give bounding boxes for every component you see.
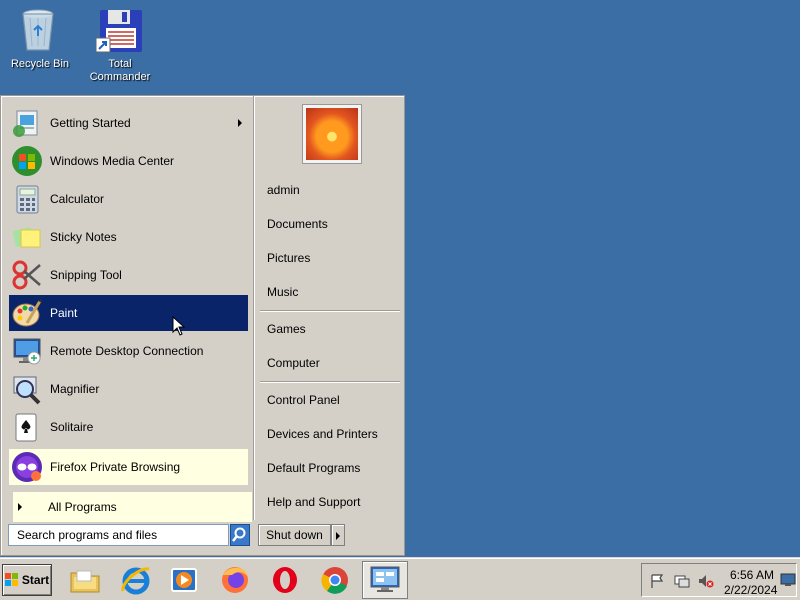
program-snipping-tool[interactable]: Snipping Tool	[9, 257, 248, 293]
program-magnifier[interactable]: Magnifier	[9, 371, 248, 407]
taskbar-firefox[interactable]	[218, 563, 252, 597]
all-programs-button[interactable]: All Programs	[13, 492, 252, 522]
mouse-pointer-icon	[172, 316, 186, 336]
total-commander-icon	[95, 6, 144, 54]
desktop-icon-total-commander[interactable]: Total Commander	[80, 6, 160, 84]
internet-explorer-icon	[121, 567, 150, 595]
places-separator	[260, 310, 400, 312]
user-picture-avatar[interactable]	[302, 104, 362, 164]
all-programs-arrow-icon	[18, 503, 22, 511]
program-label: Getting Started	[50, 116, 131, 130]
solitaire-icon	[11, 411, 43, 443]
pictures-link[interactable]: Pictures	[267, 251, 310, 267]
action-center-flag-icon[interactable]	[650, 574, 666, 588]
paint-icon	[11, 297, 43, 329]
devices-printers-link[interactable]: Devices and Printers	[267, 427, 378, 443]
user-folder-link[interactable]: admin	[267, 183, 300, 199]
taskbar-media-player[interactable]	[167, 563, 201, 597]
getting-started-icon	[11, 107, 43, 139]
program-label: Paint	[50, 306, 78, 320]
windows-media-center-icon	[11, 145, 43, 177]
shutdown-button[interactable]: Shut down	[258, 524, 331, 546]
volume-muted-icon[interactable]	[698, 574, 714, 588]
total-commander-label: Total Commander	[89, 58, 151, 83]
search-button[interactable]	[230, 524, 250, 546]
desktop-icon-recycle-bin[interactable]: Recycle Bin	[0, 6, 80, 71]
program-firefox-private[interactable]: Firefox Private Browsing	[9, 449, 248, 485]
submenu-arrow-icon	[238, 119, 242, 127]
search-icon	[232, 527, 246, 542]
firefox-icon	[222, 567, 248, 593]
taskbar-chrome[interactable]	[318, 563, 352, 597]
program-remote-desktop[interactable]: Remote Desktop Connection	[9, 333, 248, 369]
default-programs-link[interactable]: Default Programs	[267, 461, 360, 477]
program-label: Solitaire	[50, 420, 94, 434]
sticky-notes-icon	[11, 221, 43, 253]
clock-date[interactable]: 2/22/2024	[724, 583, 777, 597]
program-label: Sticky Notes	[50, 230, 117, 244]
calculator-icon	[11, 183, 43, 215]
system-tray: 6:56 AM 2/22/2024	[641, 563, 797, 597]
file-explorer-icon	[70, 570, 100, 593]
documents-link[interactable]: Documents	[267, 217, 328, 233]
program-label: Windows Media Center	[50, 154, 175, 168]
places-separator	[260, 381, 400, 383]
shutdown-options-button[interactable]	[331, 524, 345, 546]
program-solitaire[interactable]: Solitaire	[9, 409, 248, 445]
clock-time[interactable]: 6:56 AM	[730, 568, 774, 582]
taskbar-remote-desktop[interactable]	[362, 561, 408, 599]
program-calculator[interactable]: Calculator	[9, 181, 248, 217]
computer-link[interactable]: Computer	[267, 356, 320, 372]
firefox-private-icon	[11, 451, 43, 483]
snipping-tool-icon	[11, 259, 43, 291]
all-programs-label: All Programs	[48, 500, 117, 514]
recycle-bin-label: Recycle Bin	[10, 58, 70, 70]
help-support-link[interactable]: Help and Support	[267, 495, 360, 511]
taskbar-file-explorer[interactable]	[68, 563, 102, 597]
remote-desktop-icon	[11, 335, 43, 367]
program-label: Snipping Tool	[50, 268, 122, 282]
program-getting-started[interactable]: Getting Started	[9, 105, 248, 141]
program-label: Remote Desktop Connection	[50, 344, 204, 358]
program-sticky-notes[interactable]: Sticky Notes	[9, 219, 248, 255]
taskbar-opera[interactable]	[268, 563, 302, 597]
program-paint[interactable]: Paint	[9, 295, 248, 331]
magnifier-icon	[11, 373, 43, 405]
taskbar-internet-explorer[interactable]	[119, 563, 153, 597]
programs-pane: Getting Started Windows Media Center Cal…	[5, 100, 253, 522]
games-link[interactable]: Games	[267, 322, 306, 338]
music-link[interactable]: Music	[267, 285, 298, 301]
start-label: Start	[21, 573, 50, 587]
program-label: Firefox Private Browsing	[50, 460, 181, 474]
opera-icon	[273, 567, 297, 593]
control-panel-link[interactable]: Control Panel	[267, 393, 340, 409]
start-button[interactable]: Start	[2, 564, 52, 596]
windows-flag-icon	[4, 573, 19, 587]
program-windows-media-center[interactable]: Windows Media Center	[9, 143, 248, 179]
search-input[interactable]: Search programs and files	[8, 524, 229, 546]
places-pane: admin Documents Pictures Music Games Com…	[254, 96, 404, 520]
recycle-bin-icon	[16, 6, 64, 54]
taskbar: Start 6:56 AM 2/22/2024	[0, 558, 800, 600]
network-icon[interactable]	[674, 574, 690, 588]
remote-desktop-taskbar-icon	[370, 566, 400, 592]
program-label: Magnifier	[50, 382, 100, 396]
media-player-icon	[171, 568, 197, 592]
program-label: Calculator	[50, 192, 105, 206]
show-desktop-icon[interactable]	[780, 573, 796, 587]
chrome-icon	[321, 567, 348, 594]
start-menu: Getting Started Windows Media Center Cal…	[0, 95, 405, 556]
